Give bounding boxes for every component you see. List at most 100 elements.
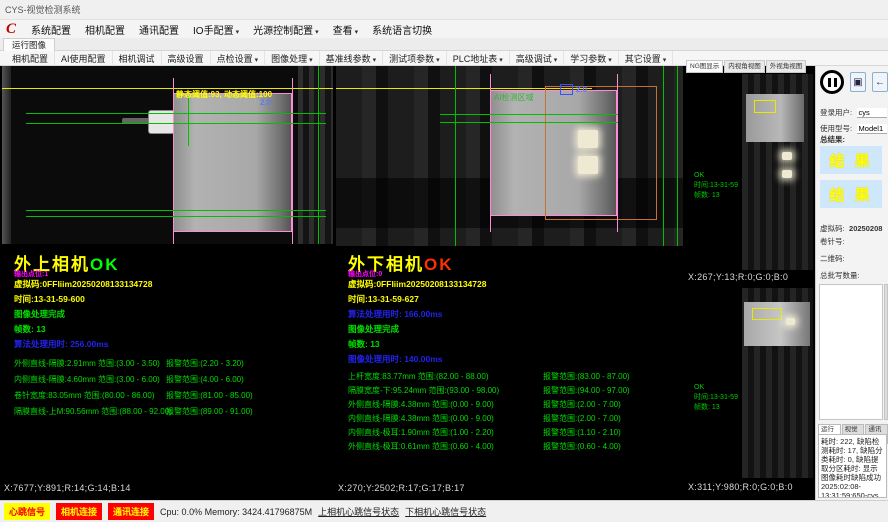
- tab-ng-image[interactable]: NG图显示: [686, 60, 723, 73]
- menu-light-config[interactable]: 光源控制配置▾: [246, 20, 326, 39]
- green-measure-line: [440, 114, 618, 115]
- menu-io-config[interactable]: IO手配置▾: [186, 20, 246, 39]
- tool-spot-check[interactable]: 点检设置▾: [211, 51, 266, 66]
- left-camera-panel: 静态阈值:93, 动态阈值:100 2.0 外上相机OK 输出点位:1 虚拟码:…: [2, 66, 333, 500]
- menu-comm-config[interactable]: 通讯配置: [132, 20, 186, 39]
- back-button[interactable]: ←: [872, 72, 888, 92]
- weld-highlight: [578, 130, 598, 148]
- barcode-line: 虚拟码:0FFIiim20250208133134728: [348, 278, 486, 290]
- tool-other-settings[interactable]: 其它设置▾: [619, 51, 674, 66]
- measurement-row: 外侧直线-隔膜:4.38mm 范围:(0.00 - 9.00) 报警范围:(2.…: [348, 399, 621, 410]
- left-camera-image[interactable]: 静态阈值:93, 动态阈值:100 2.0: [2, 66, 333, 244]
- measurement-row: 内侧直线-隔膜:4.38mm 范围:(0.00 - 9.00) 报警范围:(2.…: [348, 413, 621, 424]
- camera-button[interactable]: ▣: [850, 72, 866, 92]
- upper-camera-heartbeat-status: 上相机心跳信号状态: [318, 505, 399, 518]
- measurement-row: 卷针宽度:83.05mm 范围:(80.00 - 86.00) 报警范围:(81…: [14, 390, 253, 401]
- weld-highlight: [786, 318, 795, 325]
- result-indicator-2: 结 果: [820, 180, 882, 208]
- app-logo-icon: C: [6, 21, 16, 37]
- yellow-roi-box: [754, 100, 776, 113]
- alarm-range: 报警范围:(83.00 - 87.00): [543, 371, 630, 382]
- menu-system-config[interactable]: 系统配置: [24, 20, 78, 39]
- machine-strips: [298, 66, 333, 244]
- time-line: 时间:13-31-59-627: [348, 293, 419, 305]
- elapsed-line: 算法处理用时: 256.00ms: [14, 338, 108, 350]
- vcode-value: 20250208: [849, 224, 882, 233]
- tool-camera-debug[interactable]: 相机调试: [113, 51, 162, 66]
- tab-outer-view[interactable]: 外视角视图: [766, 60, 807, 73]
- mini-overlay-line: 时间:13-31-59: [694, 394, 738, 402]
- measurement-row: 隔膜宽度-下:95.24mm 范围:(93.00 - 98.00) 报警范围:(…: [348, 385, 630, 396]
- yellow-guide-line: [2, 88, 333, 89]
- tool-advanced-settings[interactable]: 高级设置: [162, 51, 211, 66]
- tool-learning-params[interactable]: 学习参数▾: [564, 51, 619, 66]
- mini-image-1[interactable]: OK 时间:13-31-59 帧数: 13: [686, 74, 813, 270]
- alarm-range: 报警范围:(4.00 - 6.00): [166, 374, 244, 385]
- mini-overlay-line: OK: [694, 172, 704, 180]
- result-list-box[interactable]: [819, 284, 883, 420]
- frame-count-line: 帧数: 13: [348, 338, 380, 350]
- pause-icon: [834, 78, 837, 87]
- weld-highlight: [578, 156, 598, 174]
- tab-inner-view[interactable]: 内视角视图: [724, 60, 765, 73]
- tool-test-params[interactable]: 测试项参数▾: [383, 51, 447, 66]
- measurement-row: 内侧直线-隔膜:4.60mm 范围:(3.00 - 6.00) 报警范围:(4.…: [14, 374, 244, 385]
- middle-camera-panel: 2.0 AI检测区域 外下相机OK 输出点位:0 虚拟码:0FFIiim2025…: [336, 66, 683, 500]
- cpu-memory-readout: Cpu: 0.0% Memory: 3424.41796875M: [160, 507, 312, 517]
- middle-camera-image[interactable]: 2.0 AI检测区域: [336, 66, 683, 246]
- dropdown-caret-icon: ▾: [663, 57, 667, 64]
- comm-link-badge: 通讯连接: [108, 503, 154, 520]
- green-measure-line: [26, 113, 326, 114]
- alarm-range: 报警范围:(94.00 - 97.00): [543, 385, 630, 396]
- measurement-row: 外侧直线-极耳:0.61mm 范围:(0.60 - 4.00) 报警范围:(0.…: [348, 441, 621, 452]
- tab-run-image[interactable]: 运行图像: [3, 38, 55, 51]
- blue-roi-box: [560, 84, 573, 95]
- process-done-line: 图像处理完成: [14, 308, 65, 320]
- measurement-value: 内侧直线-隔膜:4.60mm 范围:(3.00 - 6.00): [14, 374, 166, 385]
- measurement-row: 隔膜直线-上M:90.56mm 范围:(88.00 - 92.00) 报警范围:…: [14, 406, 253, 417]
- tool-advanced-debug[interactable]: 高级调试▾: [510, 51, 565, 66]
- menu-view[interactable]: 查看▾: [326, 20, 366, 39]
- measurement-value: 外侧直线-极耳:0.61mm 范围:(0.60 - 4.00): [348, 441, 543, 452]
- mini-panel-2: OK 时间:13-31-59 帧数: 13 X:311;Y:980;R:0;G:…: [686, 288, 813, 500]
- green-vertical-line: [318, 66, 319, 244]
- menu-camera-config[interactable]: 相机配置: [78, 20, 132, 39]
- log-output[interactable]: 耗时: 222, 缺陷检测耗时: 17, 缺陷分类耗时: 0, 缺陷提取分区耗时…: [818, 434, 887, 498]
- mini-overlay-line: 帧数: 13: [694, 404, 720, 412]
- pause-button[interactable]: [820, 70, 844, 94]
- green-vertical-line: [455, 66, 456, 246]
- mini-image-2[interactable]: OK 时间:13-31-59 帧数: 13: [686, 288, 813, 478]
- tool-camera-config[interactable]: 相机配置: [6, 51, 55, 66]
- right-sidebar: ▣ ← 登录用户: cys 使用型号: Model1 总结果: 结 果 结 果 …: [815, 66, 888, 500]
- vcode-row: 虚拟码: 20250208: [820, 218, 882, 236]
- sidebar-button-row: ▣ ←: [820, 70, 888, 94]
- pixel-coords-readout: X:270;Y:2502;R:17;G:17;B:17: [338, 483, 465, 493]
- frame-count-line: 帧数: 13: [14, 323, 46, 335]
- camera-link-badge: 相机连接: [56, 503, 102, 520]
- tool-image-process[interactable]: 图像处理▾: [265, 51, 320, 66]
- status-ok: OK: [90, 255, 120, 274]
- menu-language-switch[interactable]: 系统语言切换: [365, 20, 439, 39]
- dropdown-caret-icon: ▾: [236, 29, 240, 36]
- green-measure-line: [26, 216, 326, 217]
- login-user-field[interactable]: cys: [857, 108, 887, 118]
- batch-label: 总批写数量:: [820, 270, 860, 281]
- dropdown-caret-icon: ▾: [355, 29, 359, 36]
- measurement-value: 外侧直线-隔膜:4.38mm 范围:(0.00 - 9.00): [348, 399, 543, 410]
- back-arrow-icon: ←: [875, 77, 885, 88]
- tool-baseline-params[interactable]: 基准线参数▾: [320, 51, 384, 66]
- vcode-label: 虚拟码:: [820, 224, 845, 233]
- alarm-range: 报警范围:(2.20 - 3.20): [166, 358, 244, 369]
- pixel-coords-readout: X:311;Y:980;R:0;G:0;B:0: [688, 482, 793, 492]
- orange-roi-box: [545, 86, 657, 220]
- elapsed-line: 图像处理用时: 140.00ms: [348, 353, 442, 365]
- process-done-line: 图像处理完成: [348, 323, 399, 335]
- green-measure-line: [440, 122, 618, 123]
- measurement-value: 隔膜直线-上M:90.56mm 范围:(88.00 - 92.00): [14, 406, 166, 417]
- model-field[interactable]: Model1: [857, 124, 887, 134]
- scrollbar[interactable]: [884, 284, 888, 420]
- ai-region-label: AI检测区域: [494, 92, 534, 103]
- tool-ai-config[interactable]: AI使用配置: [55, 51, 113, 66]
- tool-plc-address[interactable]: PLC地址表▾: [447, 51, 510, 66]
- alarm-range: 报警范围:(89.00 - 91.00): [166, 406, 253, 417]
